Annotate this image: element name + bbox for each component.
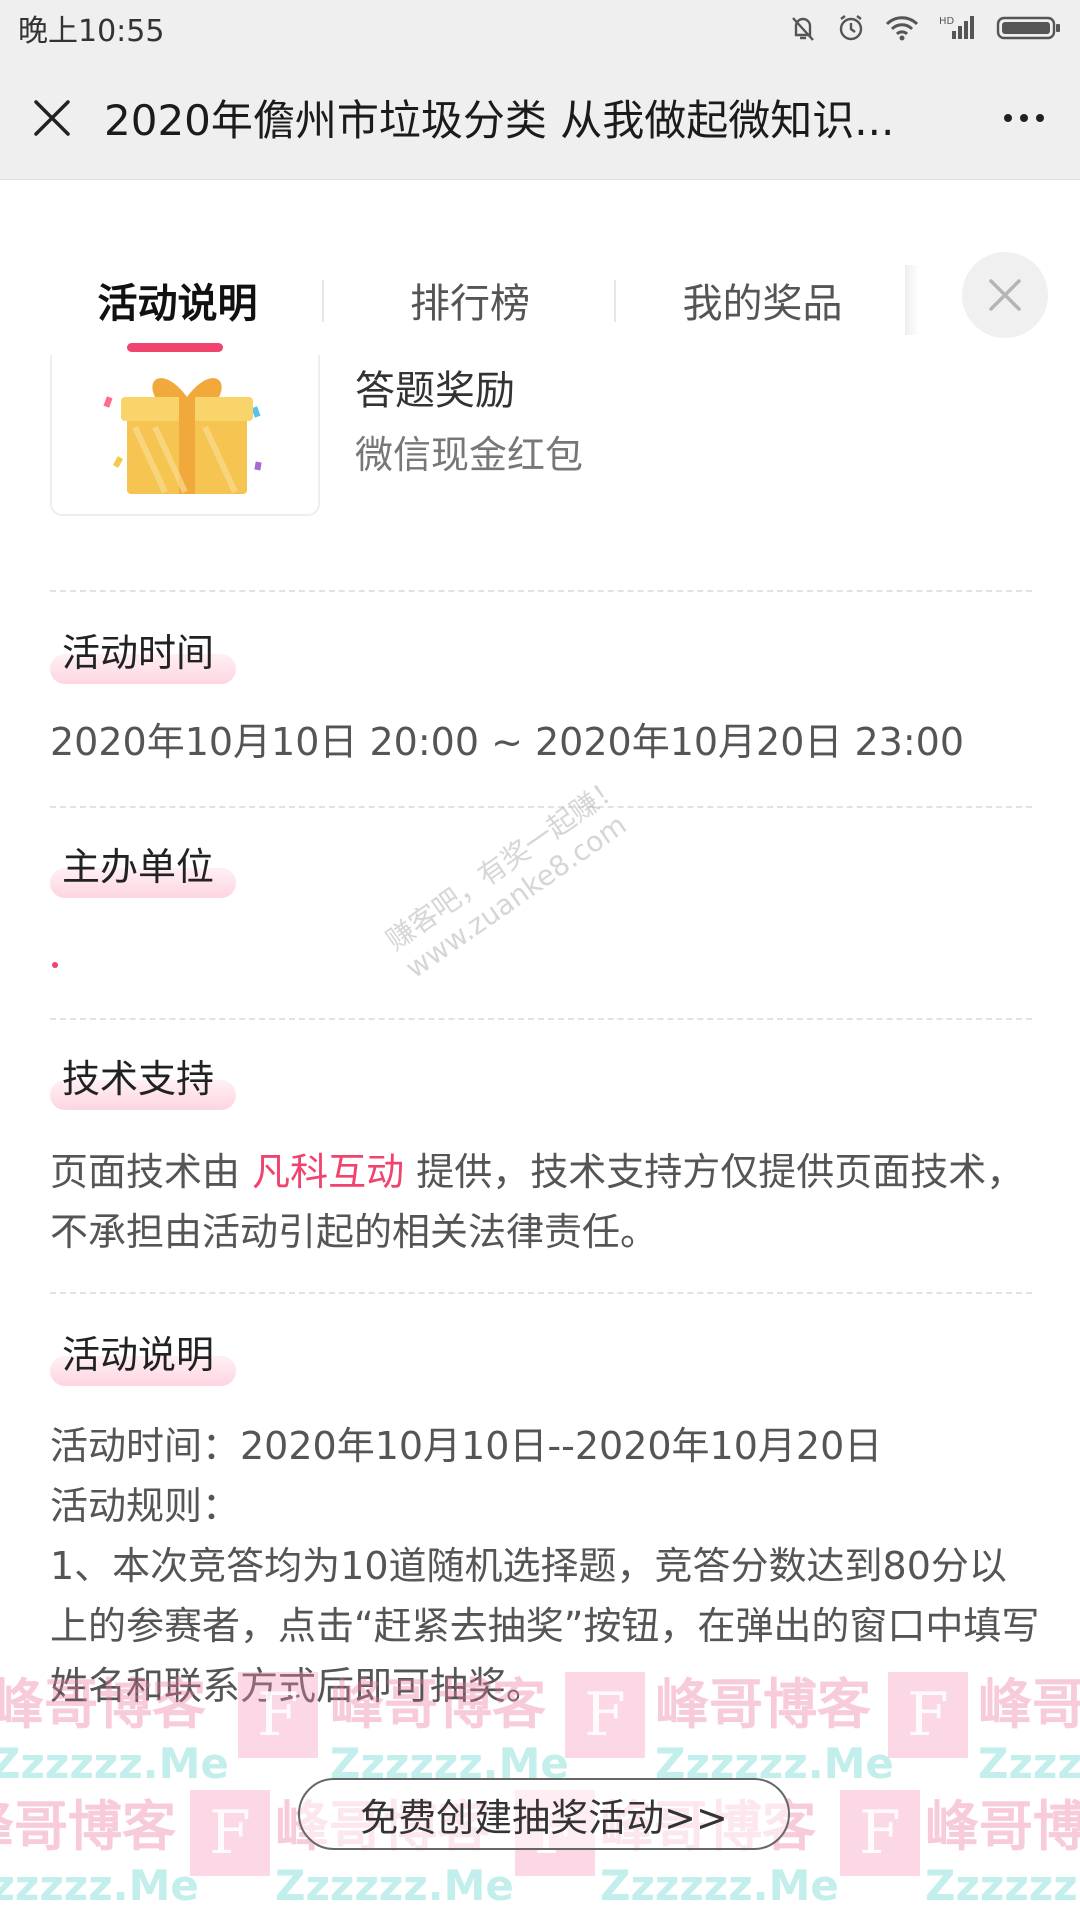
description-line: 活动时间：2020年10月10日--2020年10月20日 (50, 1424, 883, 1468)
description-line: 活动规则： (50, 1484, 241, 1528)
close-button[interactable] (0, 56, 104, 180)
watermark-text: Zzzzzz.Me (925, 1861, 1080, 1910)
watermark-logo: F (888, 1672, 968, 1758)
more-menu-button[interactable] (1004, 56, 1044, 180)
tab-scroll-fade (905, 265, 919, 335)
watermark-text: 峰哥博客 (978, 1673, 1080, 1736)
close-icon (34, 99, 70, 136)
tab-divider (322, 280, 324, 322)
prize-subtitle: 微信现金红包 (355, 433, 584, 477)
diagonal-watermark: 赚客吧，有奖一起赚！ www.zuanke8.com (380, 769, 648, 985)
page-title: 2020年儋州市垃圾分类 从我做起微知识... (104, 96, 895, 145)
watermark-text: Zzzzzz.Me (978, 1739, 1080, 1788)
watermark-logo: F (190, 1790, 270, 1876)
tab-divider (614, 280, 616, 322)
tab-active-indicator (127, 343, 223, 352)
tab-my-prizes[interactable]: 我的奖品 (660, 255, 865, 345)
watermark-text: Zzzzzz.Me (0, 1739, 229, 1788)
watermark-text: Zzzzzz.Me (275, 1861, 514, 1910)
battery-icon (996, 16, 1060, 40)
gift-box-icon (103, 378, 262, 494)
svg-text:HD: HD (939, 16, 955, 27)
watermark-text: Zzzzzz.Me (600, 1861, 839, 1910)
watermark-text: 峰哥博客 (655, 1673, 871, 1736)
alarm-icon (839, 15, 863, 41)
status-icons: HD (788, 13, 1062, 43)
watermark-logo: F (565, 1672, 645, 1758)
status-time: 晚上10:55 (18, 14, 165, 49)
section-divider (50, 806, 1032, 808)
support-link[interactable]: 凡科互动 (252, 1150, 404, 1194)
section-label-text: 主办单位 (62, 845, 215, 889)
signal-hd-icon: HD (939, 16, 974, 39)
more-dot-icon (1020, 114, 1028, 122)
tab-leaderboard[interactable]: 排行榜 (370, 255, 570, 345)
section-label-text: 技术支持 (62, 1057, 215, 1101)
watermark-logo: F (840, 1790, 920, 1876)
tab-bar: 活动说明 排行榜 我的奖品 (0, 255, 1080, 355)
watermark-text: 峰哥博客 (925, 1795, 1080, 1858)
wifi-icon (885, 16, 919, 41)
section-label-text: 活动时间 (62, 631, 215, 675)
tab-activity-info[interactable]: 活动说明 (80, 255, 275, 345)
title-bar: 2020年儋州市垃圾分类 从我做起微知识... (0, 56, 1080, 180)
more-dot-icon (1004, 114, 1012, 122)
watermark-text: 峰哥博客 (0, 1673, 206, 1736)
watermark-text: 峰哥博客 (0, 1795, 176, 1858)
section-divider (50, 590, 1032, 592)
watermark-logo: F (238, 1672, 318, 1758)
panel-close-button[interactable] (962, 252, 1048, 338)
support-text-before: 页面技术由 (50, 1150, 253, 1194)
watermark-text: Zzzzzz.Me (0, 1861, 199, 1910)
section-divider (50, 1292, 1032, 1294)
status-bar: 晚上10:55 HD (0, 0, 1080, 56)
more-dot-icon (1036, 114, 1044, 122)
section-label-text: 活动说明 (62, 1333, 215, 1377)
section-divider (50, 1018, 1032, 1020)
close-icon (989, 279, 1021, 311)
mute-bell-icon (792, 17, 814, 41)
activity-time-value: 2020年10月10日 20:00 ~ 2020年10月20日 23:00 (50, 720, 965, 764)
watermark-text: 峰哥博客 (330, 1673, 546, 1736)
support-text: 页面技术由 凡科互动 提供，技术支持方仅提供页面技术，不承担由活动引起的相关法律… (50, 1142, 1040, 1262)
create-lottery-button[interactable]: 免费创建抽奖活动>> (298, 1778, 790, 1850)
organizer-dot (52, 962, 58, 968)
prize-title: 答题奖励 (355, 368, 515, 414)
prize-thumbnail (50, 340, 320, 516)
